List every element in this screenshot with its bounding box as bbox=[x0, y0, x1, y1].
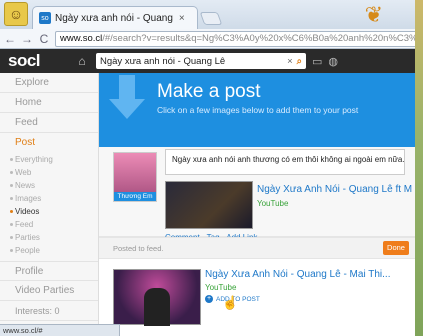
search-icon[interactable]: ⌕ bbox=[297, 56, 302, 67]
desktop-wallpaper bbox=[415, 0, 423, 336]
sidebar-item-feed[interactable]: Feed bbox=[0, 113, 98, 133]
result-source: YouTube bbox=[205, 283, 237, 292]
sidebar-item-interests[interactable]: Interests: 0 bbox=[0, 301, 98, 321]
page-main: Explore Home Feed Post Everything Web Ne… bbox=[0, 73, 415, 336]
singer-figure bbox=[144, 288, 170, 326]
down-arrow-icon bbox=[109, 75, 145, 119]
result-video-thumbnail[interactable] bbox=[113, 269, 201, 326]
sidebar-sub-news[interactable]: News bbox=[0, 179, 98, 192]
reload-icon[interactable]: C bbox=[38, 32, 50, 46]
posted-message: Posted to feed. bbox=[113, 244, 164, 253]
plus-icon: + bbox=[205, 295, 213, 303]
back-icon[interactable]: ← bbox=[4, 32, 16, 46]
search-result-item: Ngày Xưa Anh Nói - Quang Lê - Mai Thi...… bbox=[99, 266, 415, 336]
attached-video-title[interactable]: Ngày Xưa Anh Nói - Quang Lê ft Mai Th... bbox=[257, 184, 412, 195]
sidebar-sub-web[interactable]: Web bbox=[0, 166, 98, 179]
status-bar-url: www.so.cl/# bbox=[0, 324, 120, 336]
clear-search-icon[interactable]: × bbox=[287, 56, 293, 67]
make-post-banner: Make a post Click on a few images below … bbox=[99, 73, 415, 147]
globe-icon[interactable]: ◍ bbox=[328, 55, 338, 68]
browser-toolbar: ← → C www.so.cl/#/search?v=results&q=Ng%… bbox=[0, 29, 423, 49]
post-composer: Thương Em Ngày xưa anh nói anh thương có… bbox=[99, 147, 415, 242]
address-domain: www.so.cl bbox=[60, 33, 103, 44]
hand-cursor-icon: ☝ bbox=[222, 295, 239, 310]
post-image-thumbnail[interactable]: Thương Em bbox=[113, 152, 157, 202]
attached-video-source: YouTube bbox=[257, 199, 289, 208]
sidebar-sub-people[interactable]: People bbox=[0, 244, 98, 257]
address-path: /#/search?v=results&q=Ng%C3%A0y%20x%C6%B… bbox=[102, 33, 418, 44]
search-query: Ngày xưa anh nói - Quang Lê bbox=[100, 55, 226, 67]
sidebar-item-home[interactable]: Home bbox=[0, 93, 98, 113]
content-area: Make a post Click on a few images below … bbox=[99, 73, 415, 336]
sidebar-item-profile[interactable]: Profile bbox=[0, 261, 98, 281]
sidebar-item-post[interactable]: Post bbox=[0, 133, 98, 153]
app-badge-icon[interactable]: ☺ bbox=[4, 2, 28, 26]
thumbnail-caption: Thương Em bbox=[114, 192, 156, 201]
home-icon[interactable]: ⌂ bbox=[72, 51, 92, 71]
attached-video-thumbnail[interactable] bbox=[165, 181, 253, 229]
butterfly-decoration-icon: ❦ bbox=[364, 2, 383, 27]
sidebar-sub-images[interactable]: Images bbox=[0, 192, 98, 205]
banner-title: Make a post bbox=[157, 81, 261, 102]
browser-tab[interactable]: so Ngày xưa anh nói - Quang × bbox=[32, 6, 198, 29]
sidebar: Explore Home Feed Post Everything Web Ne… bbox=[0, 73, 99, 336]
address-bar[interactable]: www.so.cl/#/search?v=results&q=Ng%C3%A0y… bbox=[55, 30, 419, 47]
tab-close-icon[interactable]: × bbox=[179, 13, 185, 24]
sidebar-sub-feed[interactable]: Feed bbox=[0, 218, 98, 231]
sidebar-item-explore[interactable]: Explore bbox=[0, 73, 98, 93]
tab-title: Ngày xưa anh nói - Quang bbox=[55, 12, 173, 24]
favicon-icon: so bbox=[39, 12, 51, 24]
tab-strip: ☺ so Ngày xưa anh nói - Quang × ❦ bbox=[0, 0, 423, 29]
sidebar-sub-videos[interactable]: Videos bbox=[0, 205, 98, 218]
posted-bar: Posted to feed. Done bbox=[99, 237, 415, 259]
done-button[interactable]: Done bbox=[383, 241, 409, 255]
sidebar-sub-everything[interactable]: Everything bbox=[0, 153, 98, 166]
forward-icon[interactable]: → bbox=[21, 32, 33, 46]
sidebar-sub-parties[interactable]: Parties bbox=[0, 231, 98, 244]
site-header: socl ⌂ Ngày xưa anh nói - Quang Lê × ⌕ ▭… bbox=[0, 49, 423, 73]
banner-subtitle: Click on a few images below to add them … bbox=[157, 105, 359, 115]
browser-window: ☺ so Ngày xưa anh nói - Quang × ❦ ← → C … bbox=[0, 0, 423, 336]
result-title[interactable]: Ngày Xưa Anh Nói - Quang Lê - Mai Thi... bbox=[205, 269, 391, 280]
new-tab-button[interactable] bbox=[199, 12, 223, 25]
socl-logo[interactable]: socl bbox=[8, 51, 66, 71]
sidebar-item-video-parties[interactable]: Video Parties bbox=[0, 281, 98, 301]
monitor-icon[interactable]: ▭ bbox=[312, 55, 322, 68]
search-input[interactable]: Ngày xưa anh nói - Quang Lê × ⌕ bbox=[96, 53, 306, 69]
post-text-input[interactable]: Ngày xưa anh nói anh thương có em thôi k… bbox=[165, 149, 405, 175]
